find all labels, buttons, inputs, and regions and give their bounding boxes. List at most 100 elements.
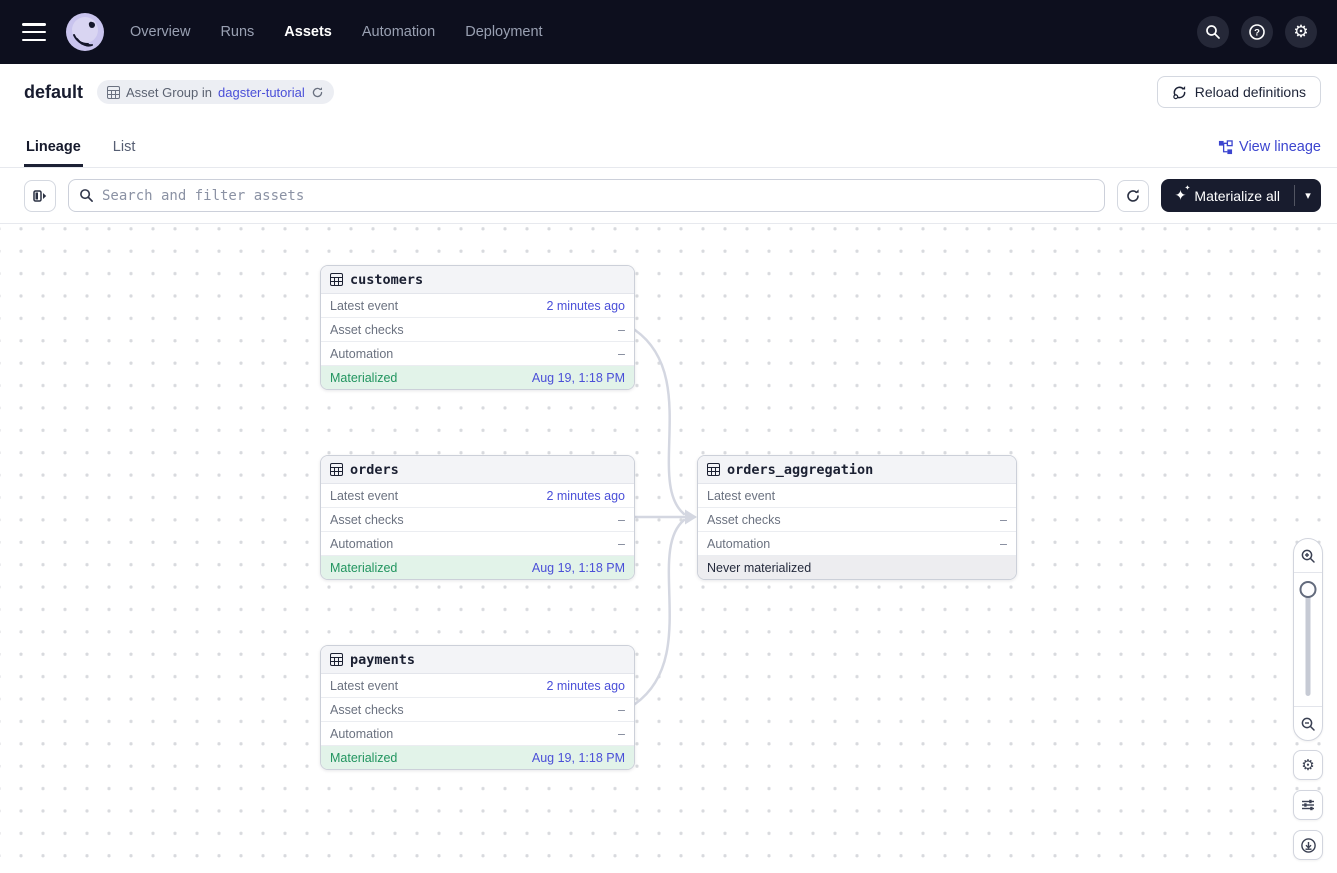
- octopus-icon: [66, 13, 104, 51]
- panel-expand-icon: [32, 188, 48, 204]
- automation-row: Automation –: [698, 532, 1016, 556]
- asset-name: customers: [350, 272, 423, 288]
- dagster-logo-icon[interactable]: [66, 13, 104, 51]
- svg-text:?: ?: [1254, 28, 1260, 39]
- nav-item-runs[interactable]: Runs: [220, 24, 254, 40]
- asset-name: orders_aggregation: [727, 462, 873, 478]
- table-icon: [330, 463, 343, 476]
- lineage-canvas[interactable]: customers Latest event 2 minutes ago Ass…: [0, 224, 1337, 872]
- automation-row: Automation –: [321, 342, 634, 366]
- asset-node-orders-aggregation[interactable]: orders_aggregation Latest event Asset ch…: [697, 455, 1017, 580]
- expand-panel-button[interactable]: [24, 180, 56, 212]
- materialize-dropdown-button[interactable]: ▾: [1295, 179, 1321, 212]
- latest-event-value[interactable]: 2 minutes ago: [546, 679, 625, 693]
- asset-checks-row: Asset checks –: [321, 698, 634, 722]
- nav-item-deployment[interactable]: Deployment: [465, 24, 542, 40]
- automation-row: Automation –: [321, 722, 634, 746]
- status-badge: Materialized: [330, 561, 397, 575]
- refresh-graph-button[interactable]: [1117, 180, 1149, 212]
- reload-icon: [1172, 85, 1187, 100]
- refresh-icon[interactable]: [311, 86, 324, 99]
- graph-settings-button[interactable]: ⚙: [1293, 750, 1323, 780]
- status-badge: Never materialized: [707, 561, 811, 575]
- search-icon: [1205, 24, 1221, 40]
- lineage-edges: [0, 224, 1337, 872]
- refresh-icon: [1125, 188, 1141, 204]
- status-row: Materialized Aug 19, 1:18 PM: [321, 746, 634, 769]
- status-timestamp[interactable]: Aug 19, 1:18 PM: [532, 751, 625, 765]
- gear-icon: ⚙: [1301, 756, 1314, 774]
- search-button[interactable]: [1197, 16, 1229, 48]
- status-timestamp[interactable]: Aug 19, 1:18 PM: [532, 371, 625, 385]
- latest-event-row: Latest event 2 minutes ago: [321, 294, 634, 318]
- asset-checks-row: Asset checks –: [698, 508, 1016, 532]
- asset-checks-row: Asset checks –: [321, 508, 634, 532]
- zoom-in-button[interactable]: [1294, 539, 1322, 573]
- table-icon: [330, 653, 343, 666]
- page-title: default: [24, 82, 83, 103]
- table-icon: [707, 463, 720, 476]
- hamburger-menu-icon[interactable]: [22, 23, 46, 41]
- zoom-slider-track[interactable]: [1306, 583, 1311, 696]
- latest-event-row: Latest event: [698, 484, 1016, 508]
- automation-row: Automation –: [321, 532, 634, 556]
- gear-icon: ⚙: [1293, 22, 1308, 42]
- view-lineage-link[interactable]: View lineage: [1218, 139, 1321, 167]
- help-button[interactable]: ?: [1241, 16, 1273, 48]
- sliders-icon: [1300, 797, 1316, 813]
- asset-node-customers[interactable]: customers Latest event 2 minutes ago Ass…: [320, 265, 635, 390]
- tabs-row: Lineage List View lineage: [0, 120, 1337, 168]
- zoom-slider[interactable]: [1294, 573, 1322, 706]
- status-badge: Materialized: [330, 371, 397, 385]
- asset-node-header: orders: [321, 456, 634, 484]
- graph-toolbar: ✦✦ Materialize all ▾: [0, 168, 1337, 224]
- materialize-all-button[interactable]: ✦✦ Materialize all ▾: [1161, 179, 1321, 212]
- latest-event-row: Latest event 2 minutes ago: [321, 674, 634, 698]
- nav-item-assets[interactable]: Assets: [284, 24, 332, 40]
- repo-link[interactable]: dagster-tutorial: [218, 85, 305, 100]
- asset-node-payments[interactable]: payments Latest event 2 minutes ago Asse…: [320, 645, 635, 770]
- tab-list[interactable]: List: [111, 139, 138, 167]
- tab-lineage[interactable]: Lineage: [24, 139, 83, 167]
- latest-event-value[interactable]: 2 minutes ago: [546, 489, 625, 503]
- zoom-in-icon: [1300, 548, 1316, 564]
- zoom-out-icon: [1300, 716, 1316, 732]
- download-circle-icon: [1300, 837, 1317, 854]
- badge-prefix: Asset Group in: [126, 85, 212, 100]
- graph-filters-button[interactable]: [1293, 790, 1323, 820]
- reload-definitions-button[interactable]: Reload definitions: [1157, 76, 1321, 108]
- zoom-slider-handle[interactable]: [1300, 581, 1317, 598]
- search-filter-bar[interactable]: [68, 179, 1105, 212]
- nav-item-automation[interactable]: Automation: [362, 24, 435, 40]
- question-icon: ?: [1248, 23, 1266, 41]
- latest-event-value[interactable]: 2 minutes ago: [546, 299, 625, 313]
- materialize-all-label: Materialize all: [1194, 188, 1280, 204]
- asset-node-header: payments: [321, 646, 634, 674]
- sparkle-icon: ✦✦: [1175, 187, 1187, 204]
- settings-button[interactable]: ⚙: [1285, 16, 1317, 48]
- recenter-view-button[interactable]: [1293, 830, 1323, 860]
- nav-item-overview[interactable]: Overview: [130, 24, 190, 40]
- asset-group-badge: Asset Group in dagster-tutorial: [97, 80, 334, 104]
- main-nav: Overview Runs Assets Automation Deployme…: [130, 24, 543, 40]
- asset-node-header: orders_aggregation: [698, 456, 1016, 484]
- asset-checks-row: Asset checks –: [321, 318, 634, 342]
- asset-node-header: customers: [321, 266, 634, 294]
- asset-node-orders[interactable]: orders Latest event 2 minutes ago Asset …: [320, 455, 635, 580]
- view-lineage-label: View lineage: [1239, 139, 1321, 155]
- table-icon: [330, 273, 343, 286]
- search-assets-input[interactable]: [102, 188, 1094, 204]
- table-icon: [107, 86, 120, 99]
- status-timestamp[interactable]: Aug 19, 1:18 PM: [532, 561, 625, 575]
- page-header: default Asset Group in dagster-tutorial …: [0, 64, 1337, 120]
- status-row: Materialized Aug 19, 1:18 PM: [321, 366, 634, 389]
- asset-name: payments: [350, 652, 415, 668]
- asset-name: orders: [350, 462, 399, 478]
- latest-event-row: Latest event 2 minutes ago: [321, 484, 634, 508]
- zoom-out-button[interactable]: [1294, 706, 1322, 740]
- zoom-controls: [1293, 538, 1323, 741]
- status-badge: Materialized: [330, 751, 397, 765]
- lineage-graph-icon: [1218, 140, 1233, 155]
- chevron-down-icon: ▾: [1305, 189, 1311, 202]
- search-icon: [79, 188, 94, 203]
